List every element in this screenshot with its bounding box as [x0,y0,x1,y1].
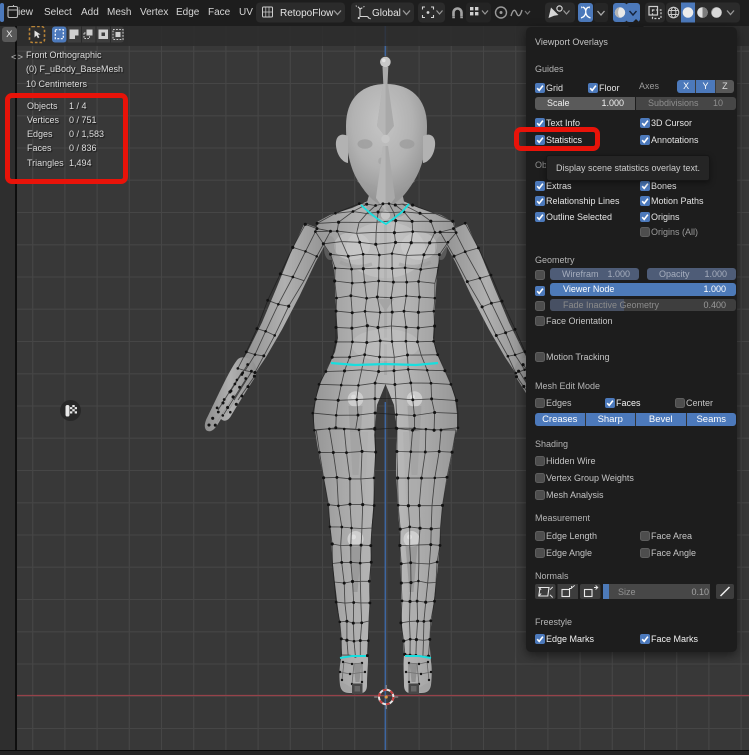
svg-text:0.10: 0.10 [691,587,709,597]
svg-text:Global: Global [372,8,401,19]
svg-text:Size: Size [618,587,636,597]
svg-text:RetopoFlow: RetopoFlow [280,8,334,19]
